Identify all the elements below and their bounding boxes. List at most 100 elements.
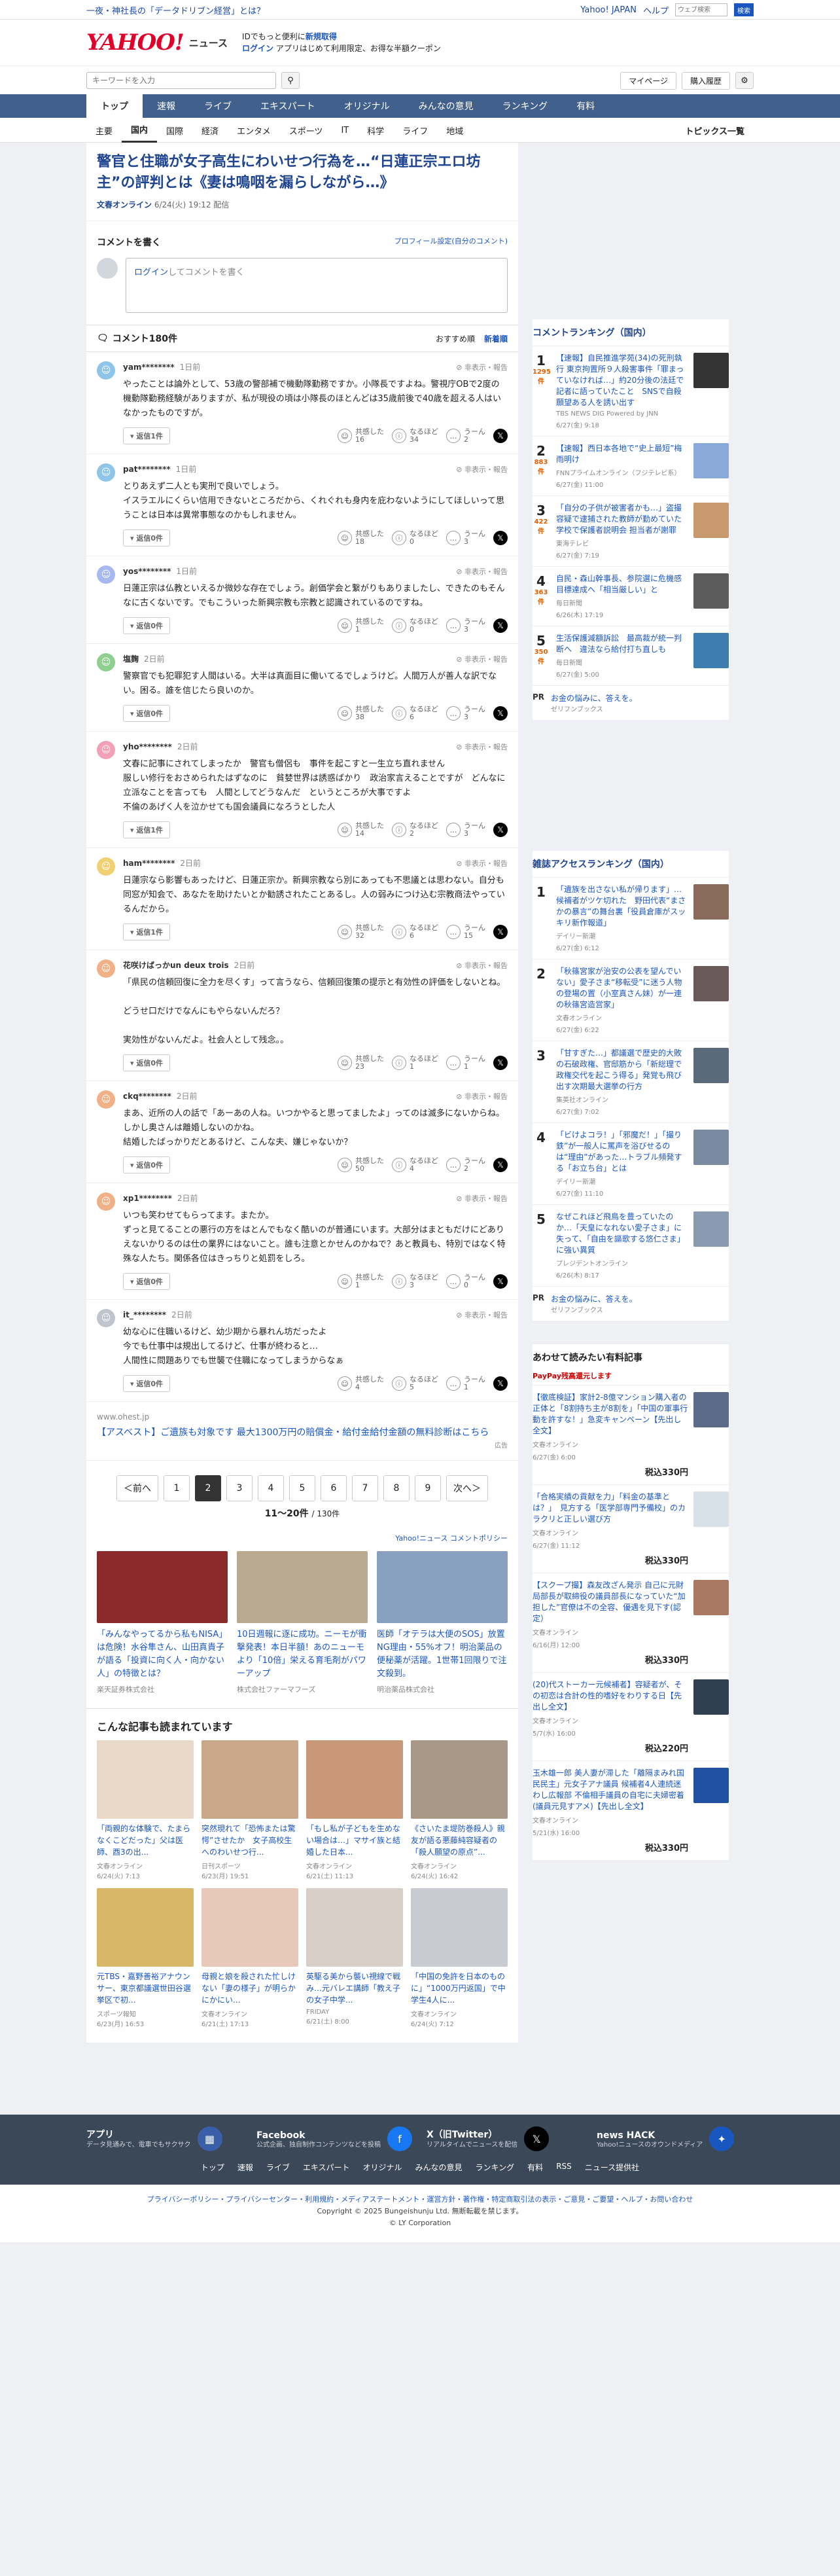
promo-image[interactable] bbox=[97, 1551, 228, 1623]
empathy-icon[interactable]: ☺ bbox=[338, 618, 352, 633]
reaction-b[interactable]: ⓘ なるほど 1 bbox=[392, 1055, 438, 1071]
paid-item[interactable]: 玉木雄一郎 美人妻が滞した「離隔まみれ国民民主」元女子アナ議員 候補者4人連続迷… bbox=[533, 1761, 729, 1860]
promo-item[interactable]: 医師「オテラは大便のSOS」放置NG理由・55%オフ！明治薬品の便秘薬が活躍。1… bbox=[377, 1551, 508, 1696]
next-page-button[interactable]: 次へ＞ bbox=[446, 1475, 488, 1501]
insight-icon[interactable]: ⓘ bbox=[392, 429, 406, 443]
more-article-item[interactable]: 「もし私が子どもを生めない場合は…」マサイ族と結婚した日本... 文春オンライン 6… bbox=[306, 1740, 403, 1880]
compose-login-link[interactable]: ログイン bbox=[134, 268, 168, 277]
more-article-item[interactable]: 元TBS・嘉野善裕アナウンサー、東京都議選世田谷選挙区で初... スポーツ報知 6/… bbox=[97, 1888, 194, 2028]
insight-icon[interactable]: ⓘ bbox=[392, 925, 406, 939]
article-source[interactable]: 文春オンライン bbox=[97, 200, 152, 209]
login-link[interactable]: ログイン bbox=[242, 44, 273, 53]
prev-page-button[interactable]: ＜前へ bbox=[116, 1475, 158, 1501]
subtab-domestic[interactable]: 国内 bbox=[122, 118, 158, 143]
more-article-item[interactable]: 母親と娘を殺された忙しけない「妻の様子」が明らかにかにい... 文春オンライン 6/… bbox=[201, 1888, 298, 2028]
x-share-icon[interactable]: 𝕏 bbox=[493, 925, 508, 939]
ranking-thumbnail[interactable] bbox=[693, 573, 729, 609]
tab-opinions[interactable]: みんなの意見 bbox=[404, 94, 488, 118]
reaction-b[interactable]: ⓘ なるほど 2 bbox=[392, 822, 438, 838]
hmm-icon[interactable]: … bbox=[446, 1376, 461, 1391]
more-article-image[interactable] bbox=[201, 1888, 298, 1967]
tab-live[interactable]: ライブ bbox=[190, 94, 246, 118]
insight-icon[interactable]: ⓘ bbox=[392, 1274, 406, 1289]
reaction-b[interactable]: ⓘ なるほど 4 bbox=[392, 1157, 438, 1173]
help-link[interactable]: ヘルプ bbox=[643, 4, 669, 16]
comment-username[interactable]: ckq******** bbox=[123, 1092, 171, 1101]
ad-link[interactable]: 【アスベスト】ご遺族も対象です 最大1300万円の賠償金・給付金給付金額の無料診… bbox=[97, 1425, 508, 1440]
more-article-item[interactable]: 《さいたま堤防巻殺人》親友が語る悪藤純容疑者の「殺人願望の原点”... 文春オンラ… bbox=[411, 1740, 508, 1880]
footer-nav-link[interactable]: ランキング bbox=[476, 2162, 515, 2173]
footer-nav-link[interactable]: エキスパート bbox=[303, 2162, 350, 2173]
paid-title[interactable]: 【徹底検証】家計2-8億マンション購入者の正体と「8割持ち主が8割を」「中国の軍… bbox=[533, 1392, 688, 1437]
magazine-item[interactable]: 4 「ビけよコラ！」「邪魔だ！」「撮り鉄”が一般人に罵声を浴びせるのは“理由”があ… bbox=[533, 1122, 729, 1204]
empathy-icon[interactable]: ☺ bbox=[338, 1158, 352, 1172]
subtab-international[interactable]: 国際 bbox=[157, 118, 192, 143]
magazine-item[interactable]: 2 「秋篠宮家が治安の公表を望んでいない」愛子さま“移転受”に迷う人物の登場の置（… bbox=[533, 959, 729, 1041]
reaction-b[interactable]: ⓘ なるほど 3 bbox=[392, 1274, 438, 1289]
empathy-icon[interactable]: ☺ bbox=[338, 1376, 352, 1391]
report-link[interactable]: ⊘ 非表示・報告 bbox=[456, 960, 508, 971]
promo-item[interactable]: 10日週報に逐に成功。ニーモが衝撃発表！本日半額！あのニューモより「10倍」栄え… bbox=[237, 1551, 368, 1696]
comment-username[interactable]: pat******** bbox=[123, 465, 171, 474]
tab-paid[interactable]: 有料 bbox=[562, 94, 609, 118]
comment-username[interactable]: it_******** bbox=[123, 1310, 166, 1319]
page-4[interactable]: 4 bbox=[258, 1475, 284, 1501]
ranking-title[interactable]: 自民・森山幹事長、参院選に危機感 目標達成へ「相当厳しい」と bbox=[556, 573, 690, 596]
insight-icon[interactable]: ⓘ bbox=[392, 1158, 406, 1172]
ranking-item[interactable]: 4 363 件 自民・森山幹事長、参院選に危機感 目標達成へ「相当厳しい」と 毎日新聞 6… bbox=[533, 566, 729, 626]
paid-item[interactable]: 「合格実績の貢献を力」「料金の基準とは？」 見方する「医学部専門予備校」のカラク… bbox=[533, 1484, 729, 1573]
footer-nav-link[interactable]: RSS bbox=[556, 2162, 572, 2173]
paid-thumbnail[interactable] bbox=[693, 1492, 729, 1527]
magazine-thumbnail[interactable] bbox=[693, 1048, 729, 1083]
subtab-science[interactable]: 科学 bbox=[358, 118, 393, 143]
reaction-b[interactable]: ⓘ なるほど 34 bbox=[392, 428, 438, 444]
x-share-icon[interactable]: 𝕏 bbox=[493, 429, 508, 443]
reply-button[interactable]: ▾ 返信0件 bbox=[123, 1054, 171, 1071]
reaction-a[interactable]: ☺ 共感した 1 bbox=[338, 618, 384, 634]
page-6[interactable]: 6 bbox=[321, 1475, 347, 1501]
page-8[interactable]: 8 bbox=[383, 1475, 410, 1501]
paid-title[interactable]: 玉木雄一郎 美人妻が滞した「離隔まみれ国民民主」元女子アナ議員 候補者4人連続迷… bbox=[533, 1768, 688, 1812]
reply-button[interactable]: ▾ 返信1件 bbox=[123, 923, 171, 940]
subtab-entertainment[interactable]: エンタメ bbox=[228, 118, 280, 143]
more-article-image[interactable] bbox=[201, 1740, 298, 1819]
magazine-thumbnail[interactable] bbox=[693, 1211, 729, 1247]
news-app-icon[interactable]: ▦ bbox=[197, 2126, 222, 2151]
keyword-search-input[interactable] bbox=[86, 72, 276, 89]
report-link[interactable]: ⊘ 非表示・報告 bbox=[456, 654, 508, 664]
ranking-item[interactable]: 5 350 件 生活保護減額訴訟 最高裁が統一判断へ 違法なら給付打ち直しも 毎日新聞 6… bbox=[533, 626, 729, 685]
yahoo-japan-link[interactable]: Yahoo! JAPAN bbox=[580, 5, 637, 15]
paid-item[interactable]: 【徹底検証】家計2-8億マンション購入者の正体と「8割持ち主が8割を」「中国の軍… bbox=[533, 1385, 729, 1484]
page-2[interactable]: 2 bbox=[195, 1475, 221, 1501]
report-link[interactable]: ⊘ 非表示・報告 bbox=[456, 1091, 508, 1101]
insight-icon[interactable]: ⓘ bbox=[392, 531, 406, 545]
reply-button[interactable]: ▾ 返信1件 bbox=[123, 821, 171, 838]
magazine-title[interactable]: なぜこれほど飛鳥を豊っていたのか…「天皇になれない愛子さま」に失って、「自由を謳… bbox=[556, 1211, 687, 1256]
subtab-main[interactable]: 主要 bbox=[86, 118, 122, 143]
more-article-title[interactable]: 「中国の免許を日本のものに」“1000万円返国」で中学生4人に... bbox=[411, 1971, 508, 2006]
pr-item-2[interactable]: PR お金の悩みに、答えを。 ゼリフンブックス bbox=[533, 1286, 729, 1321]
hmm-icon[interactable]: … bbox=[446, 1274, 461, 1289]
more-article-title[interactable]: 母親と娘を殺された忙しけない「妻の様子」が明らかにかにい... bbox=[201, 1971, 298, 2006]
mypage-button[interactable]: マイページ bbox=[620, 71, 676, 90]
paid-title[interactable]: 【スクープ撮】森友改ざん発示 自己に元財局部長が取締役の議員部長になっていた“加… bbox=[533, 1580, 688, 1624]
comment-username[interactable]: yos******** bbox=[123, 567, 171, 576]
ranking-thumbnail[interactable] bbox=[693, 443, 729, 478]
comment-policy-link[interactable]: Yahoo!ニュース コメントポリシー bbox=[86, 1533, 518, 1551]
paid-thumbnail[interactable] bbox=[693, 1580, 729, 1615]
magazine-item[interactable]: 3 「甘すぎた…」都議選で歴史的大敗の石破政権、官邸筋から「新総理で政権交代を起こ… bbox=[533, 1041, 729, 1122]
sort-newest[interactable]: 新着順 bbox=[484, 333, 508, 344]
more-article-image[interactable] bbox=[97, 1888, 194, 1967]
reaction-b[interactable]: ⓘ なるほど 5 bbox=[392, 1376, 438, 1391]
insight-icon[interactable]: ⓘ bbox=[392, 1056, 406, 1070]
reaction-b[interactable]: ⓘ なるほど 6 bbox=[392, 924, 438, 940]
footer-nav-link[interactable]: みんなの意見 bbox=[415, 2162, 463, 2173]
magazine-title[interactable]: 「甘すぎた…」都議選で歴史的大敗の石破政権、官邸筋から「新総理で政権交代を起こう… bbox=[556, 1048, 687, 1092]
sort-recommended[interactable]: おすすめ順 bbox=[436, 333, 475, 344]
report-link[interactable]: ⊘ 非表示・報告 bbox=[456, 464, 508, 474]
magazine-thumbnail[interactable] bbox=[693, 1130, 729, 1165]
x-share-icon[interactable]: 𝕏 bbox=[493, 531, 508, 545]
promo-title[interactable]: 医師「オテラは大便のSOS」放置NG理由・55%オフ！明治薬品の便秘薬が活躍。1… bbox=[377, 1628, 508, 1681]
reaction-b[interactable]: ⓘ なるほど 6 bbox=[392, 706, 438, 721]
hmm-icon[interactable]: … bbox=[446, 531, 461, 545]
